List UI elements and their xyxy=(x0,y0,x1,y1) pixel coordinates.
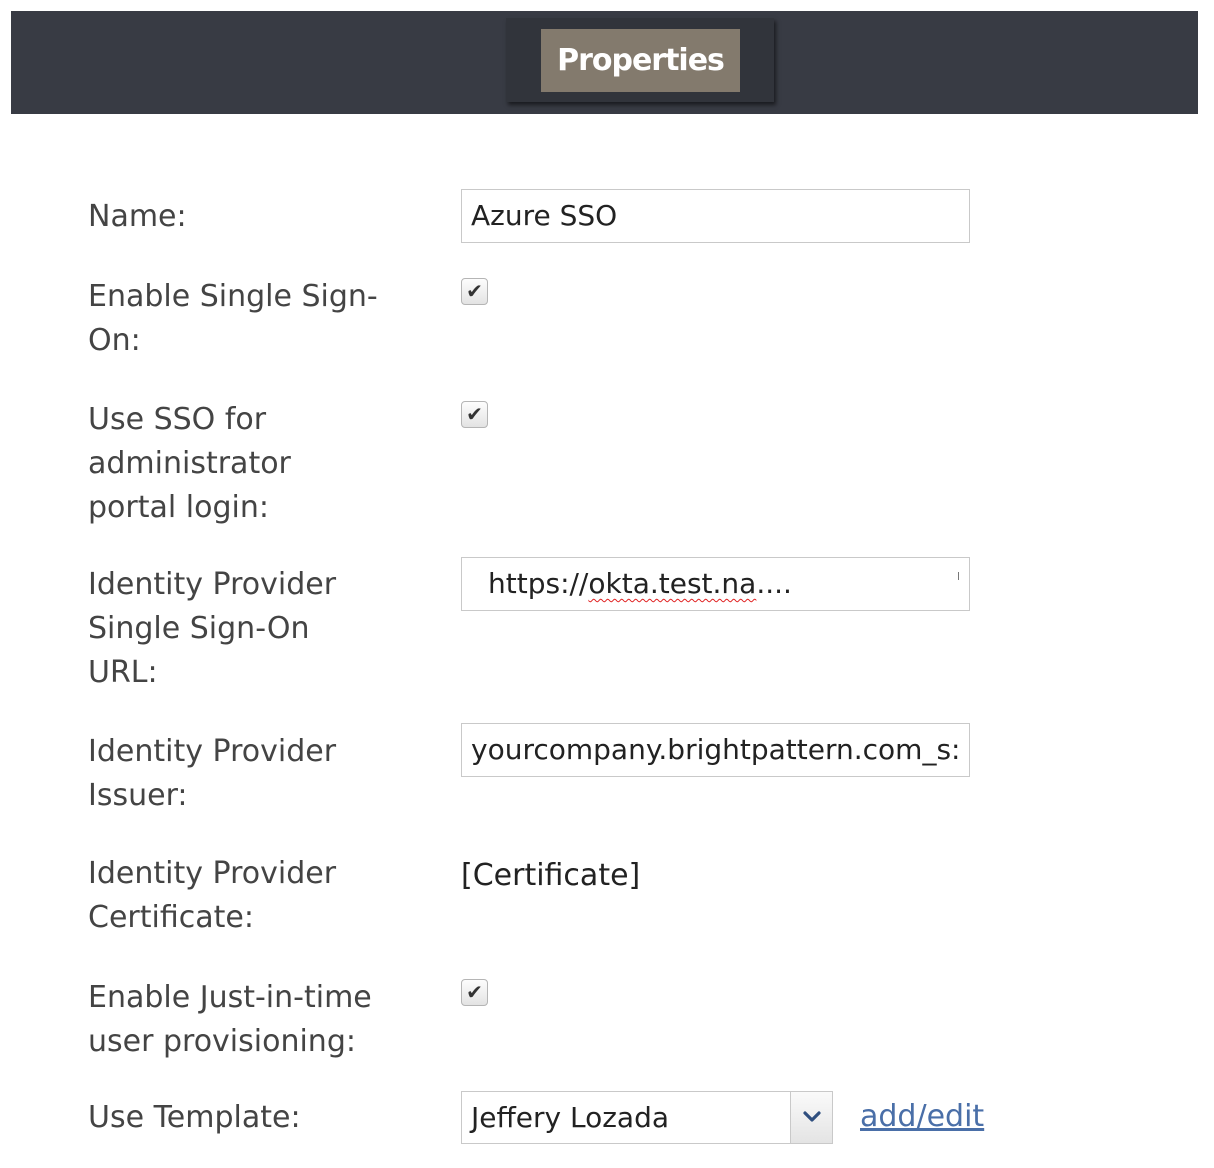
template-dropdown-button[interactable] xyxy=(790,1092,832,1143)
name-input[interactable]: Azure SSO xyxy=(461,189,970,243)
checkmark-icon: ✔ xyxy=(466,279,483,303)
checkmark-icon: ✔ xyxy=(466,402,483,426)
chevron-down-icon xyxy=(803,1111,821,1122)
text-caret xyxy=(958,572,959,580)
url-prefix: https:// xyxy=(488,567,589,600)
jit-provisioning-label: Enable Just-in-time user provisioning: xyxy=(88,980,372,1059)
enable-sso-label: Enable Single Sign-On: xyxy=(88,279,378,358)
idp-sso-url-input[interactable]: https://okta.test.na.... xyxy=(461,557,970,611)
enable-sso-checkbox[interactable]: ✔ xyxy=(461,278,488,305)
template-select[interactable]: Jeffery Lozada xyxy=(461,1091,833,1144)
admin-portal-sso-label: Use SSO for administrator portal login: xyxy=(88,402,291,525)
tab-properties[interactable]: Properties xyxy=(541,29,740,92)
template-add-edit-link[interactable]: add/edit xyxy=(860,1095,984,1139)
template-label: Use Template: xyxy=(88,1100,301,1135)
checkmark-icon: ✔ xyxy=(466,980,483,1004)
idp-certificate-value[interactable]: [Certificate] xyxy=(461,854,640,898)
idp-certificate-label: Identity Provider Certificate: xyxy=(88,856,337,935)
admin-portal-sso-checkbox[interactable]: ✔ xyxy=(461,401,488,428)
idp-issuer-input[interactable]: yourcompany.brightpattern.com_s: xyxy=(461,723,970,777)
idp-issuer-label: Identity Provider Issuer: xyxy=(88,734,337,813)
name-label: Name: xyxy=(88,199,187,234)
template-selected-value: Jeffery Lozada xyxy=(471,1101,670,1134)
url-suffix: .... xyxy=(756,567,792,600)
url-spellcheck-segment: okta.test.na xyxy=(588,567,757,600)
idp-sso-url-label: Identity Provider Single Sign-On URL: xyxy=(88,567,337,690)
jit-provisioning-checkbox[interactable]: ✔ xyxy=(461,979,488,1006)
